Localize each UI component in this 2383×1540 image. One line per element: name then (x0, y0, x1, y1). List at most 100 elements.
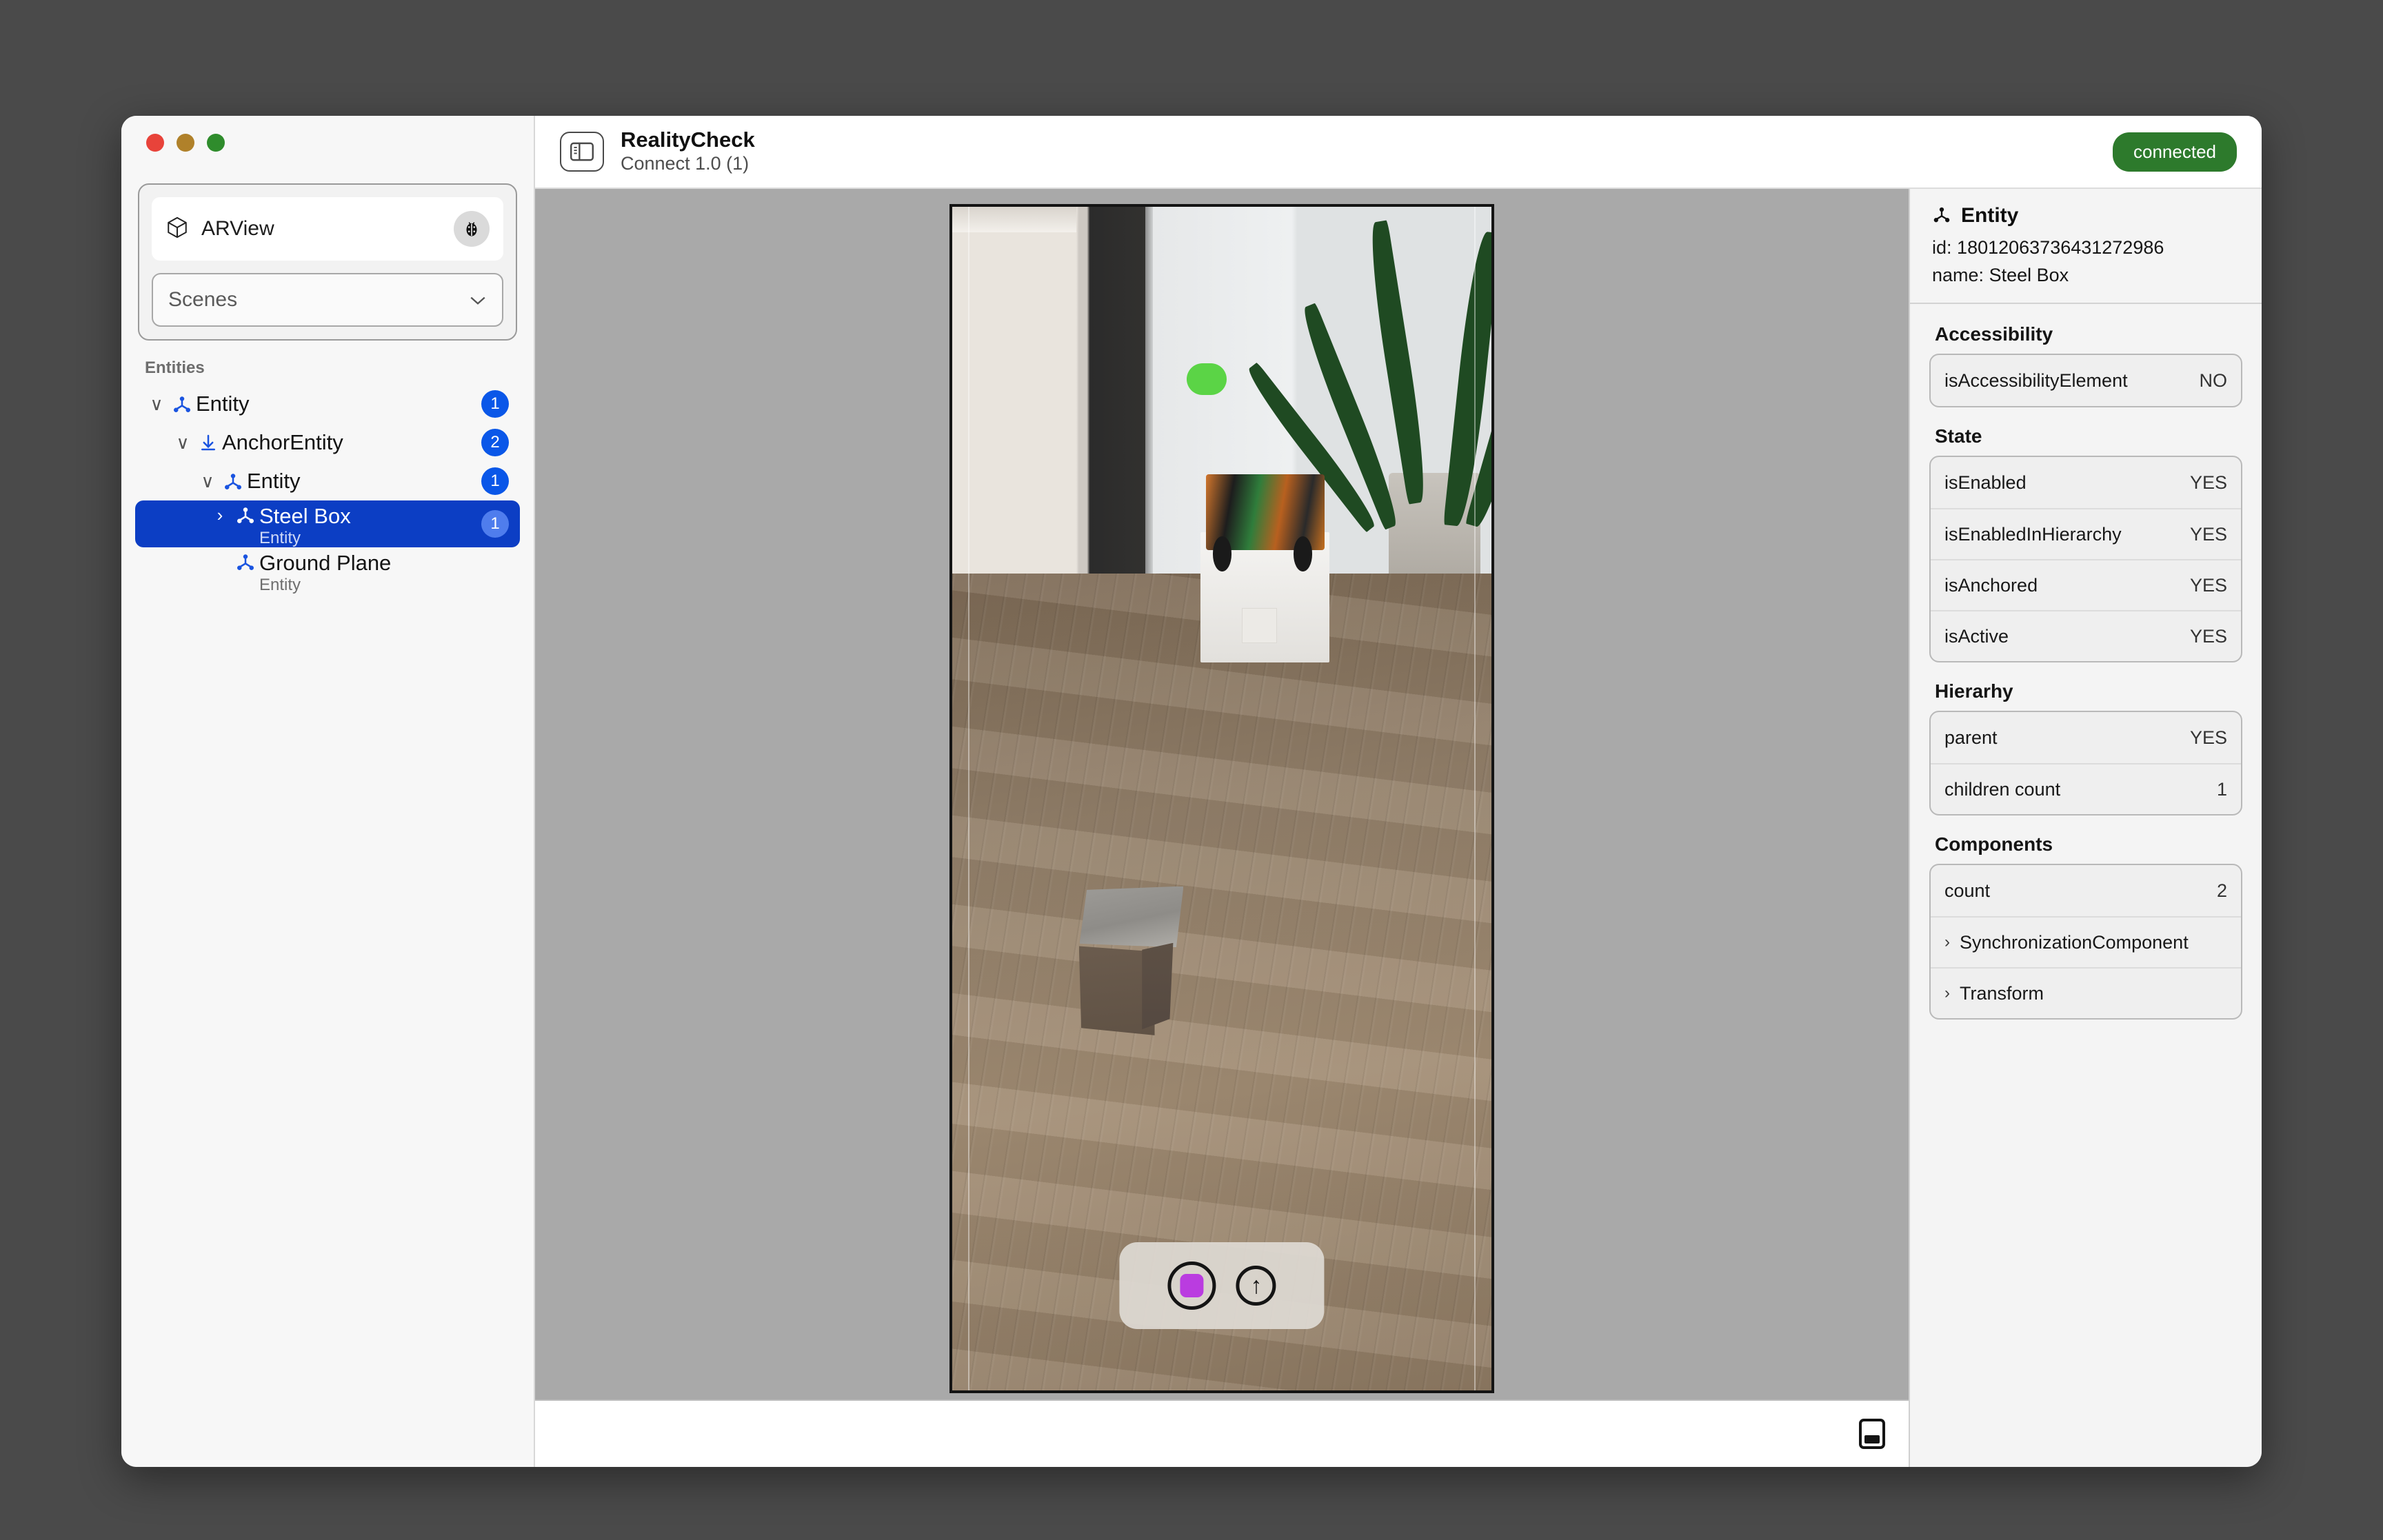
record-stop-icon (1180, 1274, 1204, 1298)
main-column: RealityCheck Connect 1.0 (1) connected ↑… (535, 116, 2262, 1467)
disclosure-triangle-icon[interactable]: ∨ (196, 471, 219, 492)
property-label: SynchronizationComponent (1960, 931, 2189, 953)
record-stop-button[interactable] (1167, 1262, 1216, 1310)
minimize-window-button[interactable] (177, 134, 194, 152)
entity-tree: ∨ Entity 1 ∨ AnchorEntity 2 ∨ Entity 1 ›… (121, 385, 534, 594)
entity-axes-icon (219, 471, 247, 492)
disclosure-triangle-icon[interactable]: ∨ (145, 394, 168, 415)
ar-plane-boundary-right (1474, 207, 1476, 1390)
scenes-select[interactable]: Scenes (152, 273, 503, 327)
ar-marker-overlay (1187, 363, 1227, 395)
ladybug-icon[interactable] (454, 211, 490, 247)
property-label: children count (1944, 778, 2061, 800)
child-count-badge: 1 (481, 510, 509, 538)
property-row[interactable]: isEnabledInHierarchy YES (1931, 508, 2241, 559)
inspector-name-row: name: Steel Box (1932, 265, 2240, 286)
tree-row-steel-box[interactable]: › Steel Box Entity 1 (135, 500, 520, 547)
component-row-transform[interactable]: › Transform (1931, 967, 2241, 1018)
share-up-arrow-button[interactable]: ↑ (1236, 1266, 1276, 1306)
ar-device-preview[interactable]: ↑ (949, 204, 1494, 1393)
property-row[interactable]: children count 1 (1931, 763, 2241, 814)
inspector-sections: Accessibility isAccessibilityElement NO … (1910, 304, 2262, 1039)
property-label: isAnchored (1944, 574, 2038, 596)
property-label: Transform (1960, 982, 2044, 1004)
tree-node-title: Ground Plane (259, 551, 392, 575)
property-value: YES (2189, 625, 2227, 647)
property-row[interactable]: isActive YES (1931, 610, 2241, 661)
tree-node-title: AnchorEntity (222, 430, 343, 455)
section-group-state: isEnabled YES isEnabledInHierarchy YES i… (1929, 456, 2242, 662)
tree-node-text: AnchorEntity (222, 431, 343, 454)
tree-node-title: Steel Box (259, 504, 351, 528)
property-value: 1 (2216, 778, 2227, 800)
chevron-right-icon[interactable]: › (1944, 933, 1950, 952)
section-title-components: Components (1935, 833, 2053, 855)
sidebar-toggle-icon[interactable] (560, 132, 604, 172)
ar-control-bar: ↑ (1119, 1242, 1325, 1329)
tree-node-subtitle: Entity (259, 529, 301, 548)
inspector-id-label: id: (1932, 237, 1952, 258)
tree-row[interactable]: ∨ Entity 1 (135, 462, 520, 500)
section-title-hierarchy: Hierarhy (1935, 680, 2013, 702)
arview-device-row[interactable]: ARView (152, 197, 503, 261)
property-label: parent (1944, 727, 1998, 748)
zoom-window-button[interactable] (207, 134, 225, 152)
disclosure-triangle-icon[interactable]: ∨ (171, 432, 194, 454)
tree-node-title: Entity (196, 392, 250, 416)
property-value: YES (2189, 523, 2227, 545)
property-row[interactable]: isEnabled YES (1931, 457, 2241, 508)
property-label: isActive (1944, 625, 2009, 647)
section-group-components: count 2 › SynchronizationComponent › Tra… (1929, 864, 2242, 1020)
anchor-arrow-icon (194, 432, 222, 453)
desktop-background: ARView Scenes Entities ∨ Entity 1 ∨ Anch… (0, 0, 2383, 1540)
property-label: isEnabledInHierarchy (1944, 523, 2122, 545)
tree-node-text: Ground Plane Entity (259, 551, 391, 595)
close-window-button[interactable] (146, 134, 164, 152)
ar-steel-box-cube[interactable] (1078, 886, 1184, 1035)
inspector-title: Entity (1961, 204, 2019, 227)
property-value: 2 (2216, 880, 2227, 901)
tree-node-title: Entity (247, 469, 301, 494)
ar-stage: ↑ (535, 189, 1909, 1467)
app-topbar: RealityCheck Connect 1.0 (1) connected (535, 116, 2262, 189)
inspector-name-value: Steel Box (1989, 265, 2069, 285)
bottom-statusbar (535, 1399, 1909, 1467)
entity-axes-icon (232, 551, 259, 572)
child-count-badge: 2 (481, 429, 509, 456)
tree-node-text: Entity (196, 392, 250, 416)
entity-axes-icon (168, 394, 196, 414)
app-subtitle: Connect 1.0 (1) (621, 153, 750, 174)
ar-plane-boundary-left (968, 207, 970, 1390)
property-value: YES (2189, 472, 2227, 493)
entity-axes-icon (232, 505, 259, 525)
inspector-id-value: 18012063736431272986 (1957, 237, 2164, 258)
chevron-right-icon[interactable]: › (1944, 984, 1950, 1003)
property-value: NO (2199, 369, 2228, 391)
component-row-synchronization[interactable]: › SynchronizationComponent (1931, 916, 2241, 967)
property-row[interactable]: parent YES (1931, 712, 2241, 763)
tree-row[interactable]: ∨ Entity 1 (135, 385, 520, 423)
entities-section-label: Entities (145, 358, 205, 377)
property-value: YES (2189, 574, 2227, 596)
app-window: ARView Scenes Entities ∨ Entity 1 ∨ Anch… (121, 116, 2262, 1467)
disclosure-triangle-icon[interactable]: › (208, 505, 232, 526)
property-value: YES (2189, 727, 2227, 748)
scene-lego-model (1205, 474, 1325, 571)
property-label: isAccessibilityElement (1944, 369, 2128, 391)
ar-stage-canvas[interactable]: ↑ (535, 189, 1909, 1399)
traffic-lights (121, 116, 534, 170)
section-group-hierarchy: parent YES children count 1 (1929, 711, 2242, 815)
tree-node-text: Entity (247, 469, 301, 494)
tree-row[interactable]: ∨ AnchorEntity 2 (135, 423, 520, 462)
property-label: isEnabled (1944, 472, 2027, 493)
entity-inspector: Entity id: 18012063736431272986 name: St… (1909, 189, 2262, 1467)
property-row[interactable]: isAccessibilityElement NO (1931, 355, 2241, 406)
child-count-badge: 1 (481, 390, 509, 418)
entity-axes-icon (1932, 205, 1951, 227)
property-row[interactable]: isAnchored YES (1931, 559, 2241, 610)
tree-row-ground-plane[interactable]: Ground Plane Entity (135, 547, 520, 594)
property-row[interactable]: count 2 (1931, 865, 2241, 916)
section-title-state: State (1935, 425, 1982, 447)
bottom-panel-toggle-icon[interactable] (1859, 1419, 1885, 1449)
tree-node-text: Steel Box Entity (259, 505, 351, 548)
